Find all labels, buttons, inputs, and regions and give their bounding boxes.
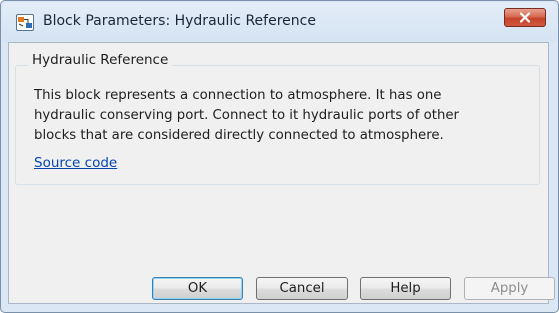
title-bar[interactable]: Block Parameters: Hydraulic Reference — [2, 2, 557, 42]
source-code-link[interactable]: Source code — [34, 155, 117, 171]
cancel-button[interactable]: Cancel — [256, 277, 348, 300]
ok-button[interactable]: OK — [152, 277, 243, 300]
description-line: hydraulic conserving port. Connect to it… — [34, 108, 460, 123]
close-button[interactable] — [504, 8, 546, 27]
help-button[interactable]: Help — [360, 277, 451, 300]
close-icon — [519, 12, 531, 23]
apply-button[interactable]: Apply — [464, 277, 555, 300]
simulink-block-icon — [16, 14, 34, 31]
description-line: blocks that are considered directly conn… — [34, 128, 444, 143]
description-line: This block represents a connection to at… — [34, 88, 442, 103]
block-description: This block represents a connection to at… — [34, 86, 524, 146]
window-title: Block Parameters: Hydraulic Reference — [43, 13, 316, 29]
groupbox-title: Hydraulic Reference — [28, 52, 173, 68]
